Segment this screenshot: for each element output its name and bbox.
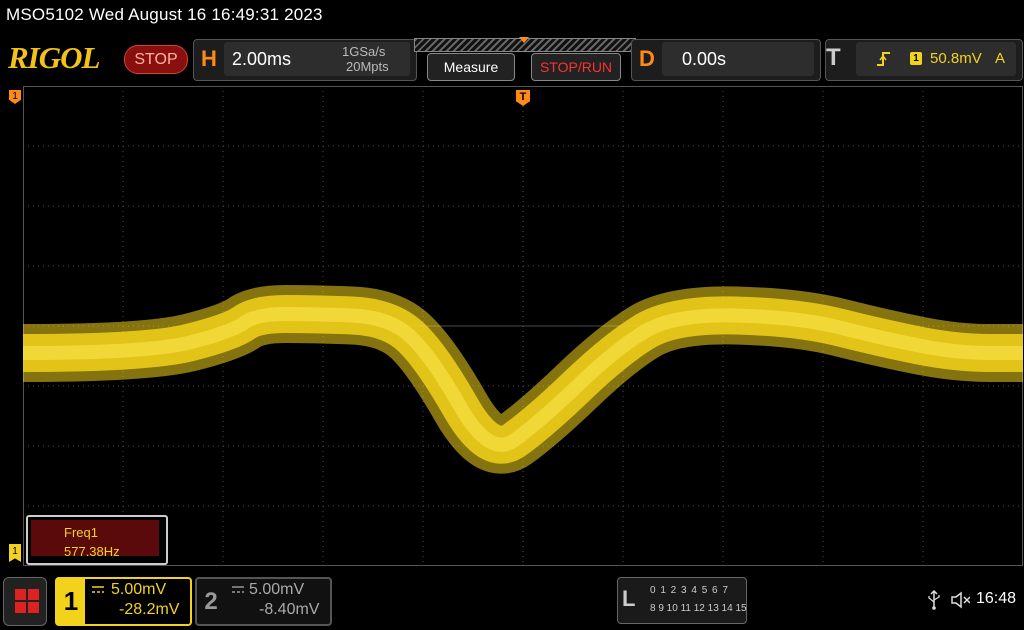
horizontal-panel[interactable]: H 2.00ms 1GSa/s 20Mpts (193, 39, 417, 81)
horizontal-label: H (201, 46, 217, 71)
trigger-level-value: 50.8mV (930, 50, 982, 67)
delay-value: 0.00s (682, 49, 727, 69)
measurement-name: Freq1 (64, 525, 98, 540)
trigger-source-badge: 1 (910, 52, 922, 65)
measurement-value: 577.38Hz (64, 544, 120, 559)
run-state-badge[interactable]: STOP (124, 45, 188, 74)
channel-1-offset: -28.2mV (119, 601, 180, 618)
trigger-mode-value: A (995, 50, 1006, 67)
channel-1-number: 1 (57, 579, 85, 624)
memory-depth-value: 20Mpts (346, 59, 389, 74)
delay-panel[interactable]: D 0.00s (631, 39, 821, 81)
status-clock: 16:48 (976, 590, 1017, 607)
trigger-value-box: 1 50.8mV A (856, 42, 1016, 76)
speaker-muted-icon[interactable] (950, 590, 970, 610)
logic-analyzer-label: L (622, 586, 636, 611)
channel-1-panel[interactable]: 1 5.00mV -28.2mV (55, 577, 192, 626)
dc-coupling-icon (232, 586, 244, 593)
channel-2-scale: 5.00mV (249, 581, 305, 598)
horizontal-value-box: 2.00ms 1GSa/s 20Mpts (224, 42, 410, 76)
ch1-level-marker[interactable]: 1 (9, 544, 21, 562)
waveform-display[interactable] (23, 86, 1023, 566)
window-title: MSO5102 Wed August 16 16:49:31 2023 (6, 5, 323, 24)
channel-2-offset: -8.40mV (259, 601, 320, 618)
brand-logo: RIGOL (8, 40, 100, 75)
memory-position-marker (519, 37, 529, 43)
channel-2-panel[interactable]: 2 5.00mV -8.40mV (195, 577, 332, 626)
main-menu-button[interactable] (3, 577, 47, 626)
usb-icon (928, 590, 940, 610)
ch1-reference-marker[interactable]: 1 (9, 90, 21, 104)
digital-channels-row-2: 8 9 10 11 12 13 14 15 (650, 603, 747, 614)
measure-button[interactable]: Measure (427, 53, 515, 81)
trigger-panel[interactable]: T 1 50.8mV A (825, 39, 1023, 81)
rising-edge-icon (877, 52, 890, 66)
logic-analyzer-panel[interactable]: L 0 1 2 3 4 5 6 7 8 9 10 11 12 13 14 15 (617, 577, 747, 624)
stop-run-button[interactable]: STOP/RUN (531, 53, 621, 81)
channel-2-number: 2 (204, 588, 218, 615)
menu-grid-icon (15, 589, 39, 613)
dc-coupling-icon (92, 586, 104, 593)
delay-label: D (639, 46, 655, 71)
digital-channels-row-1: 0 1 2 3 4 5 6 7 (650, 585, 729, 596)
delay-value-box: 0.00s (662, 42, 814, 76)
trigger-label: T (826, 44, 841, 71)
timebase-value: 2.00ms (232, 49, 292, 69)
channel-1-scale: 5.00mV (111, 581, 167, 598)
sample-rate-value: 1GSa/s (342, 44, 386, 59)
ch1-trace (23, 285, 1023, 474)
measurement-panel[interactable]: Freq1 577.38Hz (26, 515, 168, 565)
